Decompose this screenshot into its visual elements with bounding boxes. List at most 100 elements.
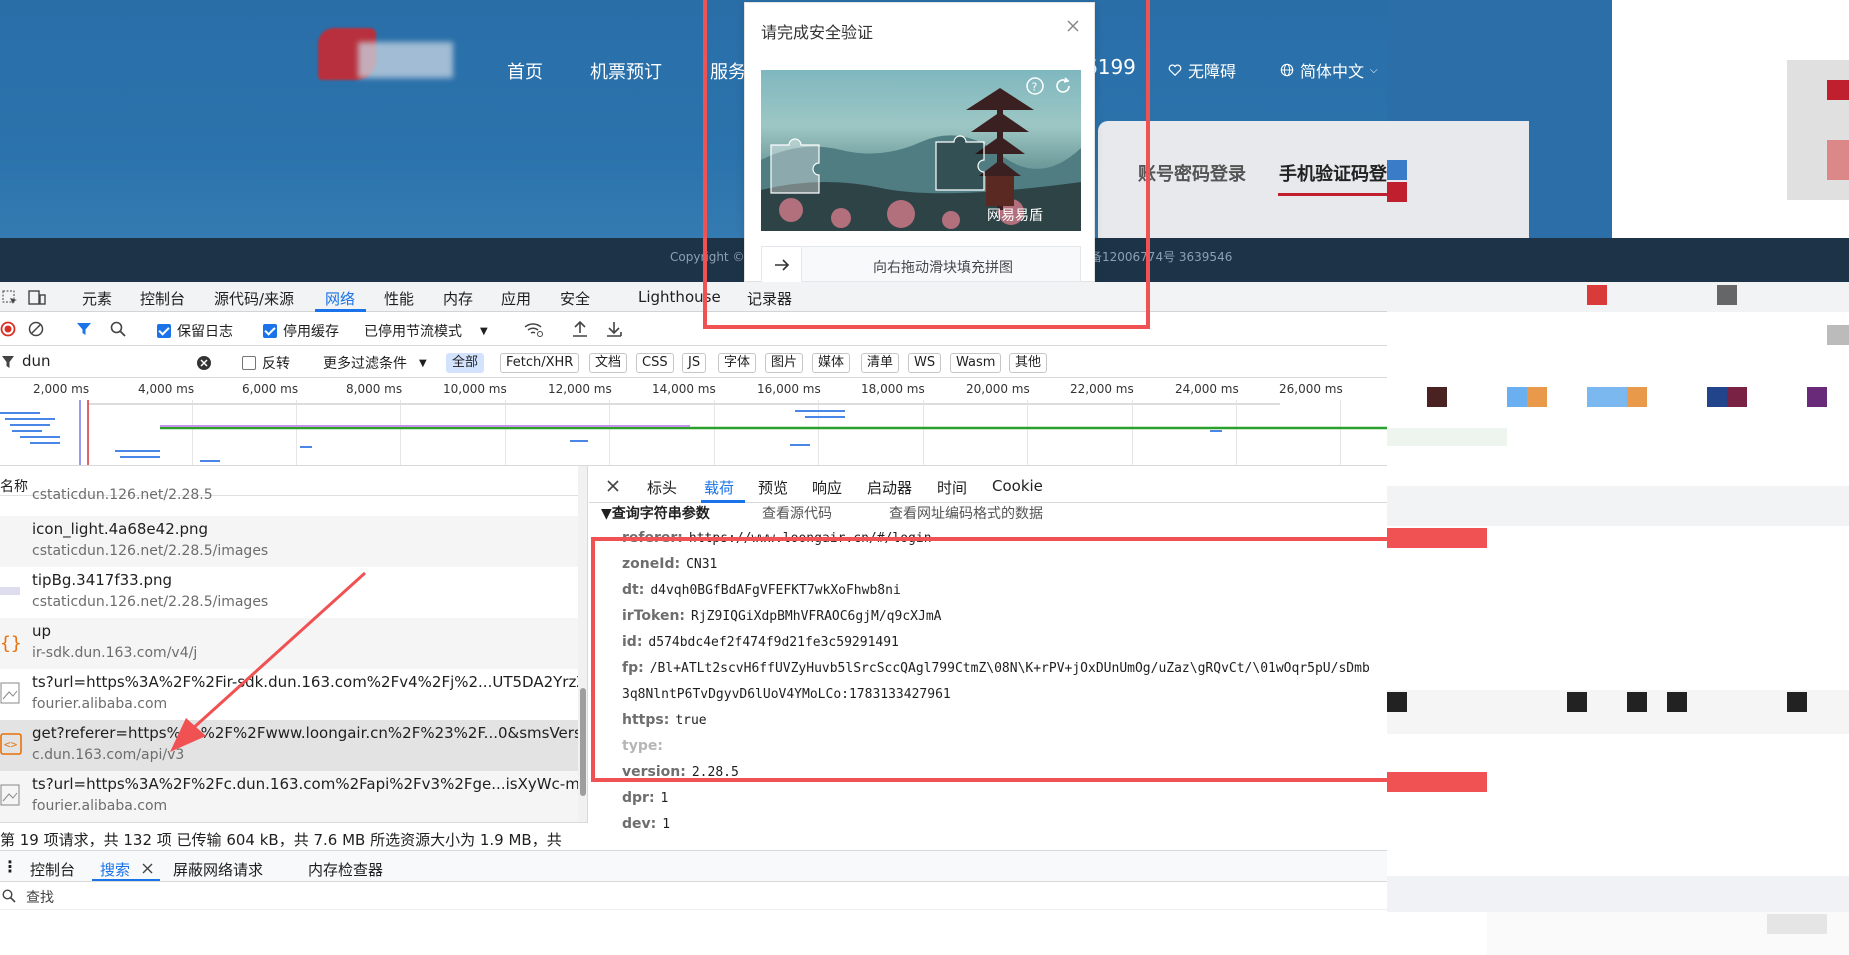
network-conditions-icon[interactable] (524, 321, 544, 337)
svg-text:<>: <> (4, 738, 18, 751)
tab-cookies[interactable]: Cookie (992, 477, 1043, 495)
nav-flight-booking[interactable]: 机票预订 (590, 58, 662, 84)
preserve-log-checkbox[interactable]: 保留日志 (157, 321, 233, 341)
image-file-icon (0, 784, 20, 806)
filter-fetch-xhr[interactable]: Fetch/XHR (500, 353, 580, 373)
active-drawer-tab-indicator (92, 879, 160, 881)
devtools-main-tabs: 元素 控制台 源代码/来源 网络 性能 内存 应用 安全 Lighthouse … (0, 282, 1387, 312)
drawer-tab-network-request-blocking[interactable]: 屏蔽网络请求 (173, 859, 263, 880)
timeline-tick: 6,000 ms (242, 382, 299, 396)
site-logo[interactable] (318, 28, 453, 80)
annotation-arrow (170, 571, 367, 752)
tab-performance[interactable]: 性能 (384, 288, 414, 309)
filter-input[interactable]: dun (22, 352, 217, 372)
tab-console[interactable]: 控制台 (140, 288, 185, 309)
accessibility-link[interactable]: 无障碍 (1168, 58, 1236, 82)
drawer-tabs: ⋮ 控制台 搜索 屏蔽网络请求 内存检查器 (0, 850, 1387, 882)
view-source-link[interactable]: 查看源代码 (762, 503, 832, 523)
more-options-icon[interactable]: ⋮ (2, 857, 18, 876)
filter-css[interactable]: CSS (636, 353, 674, 373)
timeline-tick: 14,000 ms (652, 382, 716, 396)
timeline-tick: 4,000 ms (138, 382, 195, 396)
tab-password-login[interactable]: 账号密码登录 (1138, 160, 1246, 186)
timeline-tick: 24,000 ms (1175, 382, 1239, 396)
image-file-icon (0, 682, 20, 704)
filter-manifest[interactable]: 清单 (861, 353, 900, 373)
timeline-tick: 26,000 ms (1279, 382, 1343, 396)
globe-icon (1280, 63, 1294, 77)
image-file-icon (0, 587, 20, 595)
table-row[interactable]: cstaticdun.126.net/2.28.5 (0, 484, 578, 516)
tab-preview[interactable]: 预览 (758, 477, 788, 498)
filter-doc[interactable]: 文档 (589, 353, 628, 373)
more-filters-dropdown[interactable]: 更多过滤条件 ▼ (323, 353, 427, 373)
tab-security[interactable]: 安全 (560, 288, 590, 309)
tab-payload[interactable]: 载荷 (704, 477, 734, 498)
heart-icon (1168, 64, 1182, 77)
dropdown-arrow-icon: ▼ (480, 325, 488, 337)
timeline-tick: 20,000 ms (966, 382, 1030, 396)
timeline-tick: 16,000 ms (757, 382, 821, 396)
close-icon[interactable] (142, 863, 153, 874)
tab-network[interactable]: 网络 (325, 288, 355, 309)
drawer-tab-memory-inspector[interactable]: 内存检查器 (308, 859, 383, 880)
filter-media[interactable]: 媒体 (812, 353, 851, 373)
inspect-element-icon[interactable] (2, 290, 18, 306)
export-har-icon[interactable] (606, 320, 624, 338)
table-row[interactable]: ts?url=https%3A%2F%2Fc.dun.163.com%2Fapi… (0, 771, 587, 822)
tab-initiator[interactable]: 启动器 (867, 477, 912, 498)
filter-bar: dun 反转 更多过滤条件 ▼ 全部 Fetch/XHR 文档 CSS JS 字体… (0, 346, 1387, 378)
tab-memory[interactable]: 内存 (443, 288, 473, 309)
invert-checkbox[interactable]: 反转 (242, 353, 290, 373)
network-summary: 第 19 项请求，共 132 项 已传输 604 kB，共 7.6 MB 所选资… (0, 822, 588, 850)
filter-icon (2, 356, 14, 368)
tab-response[interactable]: 响应 (812, 477, 842, 498)
param-row: dev: 1 (622, 816, 671, 832)
language-selector[interactable]: 简体中文 ⌵ (1280, 58, 1378, 82)
search-bar: 查找 (0, 882, 1387, 910)
tab-headers[interactable]: 标头 (647, 477, 677, 498)
filter-font[interactable]: 字体 (718, 353, 757, 373)
tab-application[interactable]: 应用 (501, 288, 531, 309)
timeline-tick: 10,000 ms (443, 382, 507, 396)
device-toolbar-icon[interactable] (28, 290, 46, 306)
filter-other[interactable]: 其他 (1009, 353, 1048, 373)
timeline-tick: 8,000 ms (346, 382, 403, 396)
filter-icon[interactable] (76, 321, 92, 337)
filter-wasm[interactable]: Wasm (950, 353, 1002, 373)
disable-cache-checkbox[interactable]: 停用缓存 (263, 321, 339, 341)
nav-home[interactable]: 首页 (507, 58, 543, 84)
tab-sources[interactable]: 源代码/来源 (214, 288, 294, 309)
filter-all[interactable]: 全部 (446, 353, 485, 373)
query-params-section[interactable]: ▼查询字符串参数 (601, 503, 710, 523)
search-input[interactable]: 查找 (26, 887, 54, 907)
tab-timing[interactable]: 时间 (937, 477, 967, 498)
right-screen-artifacts (1387, 0, 1849, 955)
record-icon[interactable] (0, 321, 16, 337)
close-icon[interactable] (606, 479, 620, 493)
timeline-waterfall (0, 400, 1387, 465)
filter-ws[interactable]: WS (908, 353, 942, 373)
import-har-icon[interactable] (572, 320, 588, 338)
tab-elements[interactable]: 元素 (82, 288, 112, 309)
table-row[interactable]: icon_light.4a68e42.png cstaticdun.126.ne… (0, 516, 578, 567)
script-file-icon: {} (0, 633, 22, 654)
filter-img[interactable]: 图片 (765, 353, 804, 373)
chevron-down-icon: ⌵ (1370, 64, 1378, 76)
network-overview-timeline[interactable]: 2,000 ms 4,000 ms 6,000 ms 8,000 ms 10,0… (0, 378, 1387, 466)
request-list-scrollbar[interactable] (578, 466, 587, 822)
svg-text:{}: {} (0, 633, 22, 654)
drawer-tab-console[interactable]: 控制台 (30, 859, 75, 880)
view-url-encoded-link[interactable]: 查看网址编码格式的数据 (889, 503, 1043, 523)
clear-filter-icon[interactable] (196, 355, 212, 371)
clear-icon[interactable] (28, 321, 44, 337)
annotation-box-captcha (703, 0, 1150, 329)
drawer-tab-search[interactable]: 搜索 (100, 859, 130, 880)
timeline-tick: 2,000 ms (33, 382, 90, 396)
network-toolbar: 保留日志 停用缓存 已停用节流模式 ▼ (0, 312, 1387, 346)
search-icon[interactable] (110, 321, 126, 337)
timeline-tick: 22,000 ms (1070, 382, 1134, 396)
tab-sms-login[interactable]: 手机验证码登 (1279, 160, 1387, 186)
filter-js[interactable]: JS (682, 353, 707, 373)
throttling-select[interactable]: 已停用节流模式 ▼ (364, 321, 488, 341)
